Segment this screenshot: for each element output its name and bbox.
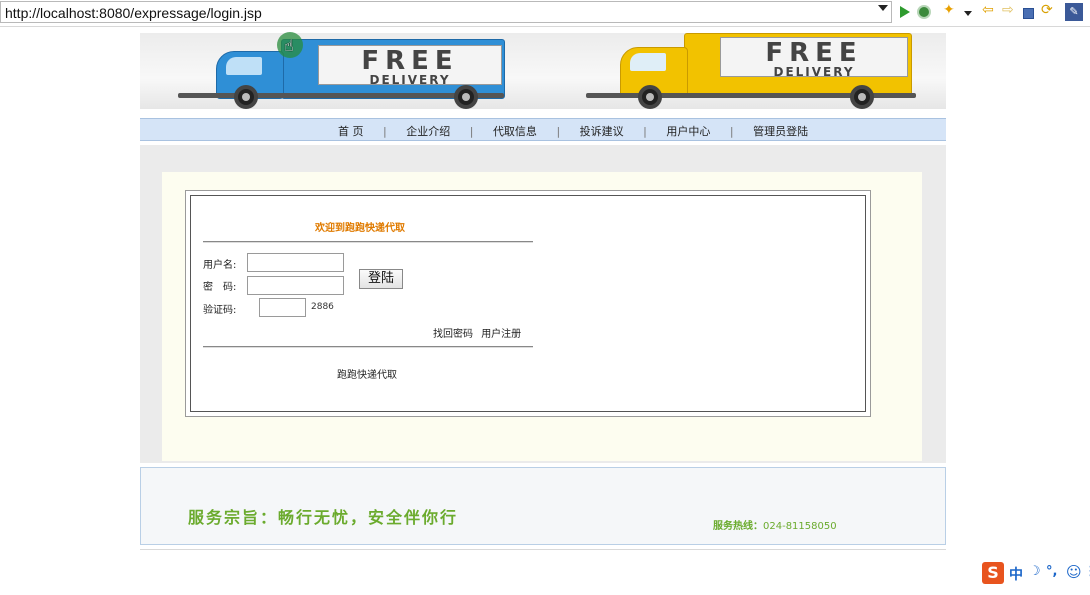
bottom-divider	[140, 549, 946, 550]
refresh-icon[interactable]: ⟳	[1041, 2, 1055, 18]
divider	[203, 346, 533, 348]
debug-icon[interactable]	[919, 7, 929, 17]
captcha-input[interactable]	[259, 298, 306, 317]
nav-list: 首 页 | 企业介绍 | 代取信息 | 投诉建议 | 用户中心 | 管理员登陆	[328, 123, 818, 139]
nav-item-home[interactable]: 首 页	[328, 123, 374, 139]
hotline-label: 服务热线：	[713, 521, 763, 532]
forward-arrow-icon[interactable]: ⇨	[1002, 2, 1016, 18]
divider	[203, 241, 533, 243]
account-links: 找回密码 用户注册	[433, 325, 521, 340]
login-box-outer: 欢迎到跑跑快递代取 用户名: 密 码: 验证码: 2886 登陆 找回密码 用户…	[185, 190, 871, 417]
content-panel: 欢迎到跑跑快递代取 用户名: 密 码: 验证码: 2886 登陆 找回密码 用户…	[162, 172, 922, 461]
external-browser-icon[interactable]: ✎	[1065, 3, 1083, 21]
favorite-star-icon[interactable]: ✦	[943, 3, 957, 17]
nav-separator: |	[729, 125, 734, 138]
password-label: 密 码:	[203, 282, 237, 293]
nav-item-admin-login[interactable]: 管理员登陆	[743, 123, 818, 139]
nav-item-company-intro[interactable]: 企业介绍	[396, 123, 460, 139]
ime-chinese-mode[interactable]: 中	[1009, 564, 1023, 584]
address-text[interactable]: http://localhost:8080/expressage/login.j…	[5, 5, 262, 21]
blue-delivery-truck-image: FREE DELIVERY	[176, 33, 506, 109]
stop-icon[interactable]	[1023, 8, 1034, 19]
nav-separator: |	[556, 125, 561, 138]
emoji-icon[interactable]: ☺	[1066, 563, 1082, 581]
header-banner: FREE DELIVERY FREE DELIVERY	[140, 33, 946, 109]
ime-more-icon[interactable]: ⋮	[1084, 564, 1090, 579]
nav-item-pickup-info[interactable]: 代取信息	[483, 123, 547, 139]
half-width-moon-icon[interactable]: ☽	[1029, 564, 1041, 579]
back-arrow-icon[interactable]: ⇦	[982, 2, 996, 18]
register-link[interactable]: 用户注册	[481, 329, 521, 340]
hotline-number: 024-81158050	[763, 521, 837, 532]
favorite-dropdown-icon[interactable]	[964, 11, 972, 16]
username-label: 用户名:	[203, 260, 237, 271]
main-nav-bar: 首 页 | 企业介绍 | 代取信息 | 投诉建议 | 用户中心 | 管理员登陆	[140, 118, 946, 141]
captcha-code[interactable]: 2886	[311, 302, 334, 312]
site-footer: 服务宗旨：畅行无忧，安全伴你行 服务热线：024-81158050	[140, 467, 946, 545]
yellow-delivery-truck-image: FREE DELIVERY	[586, 33, 916, 109]
nav-item-complaints[interactable]: 投诉建议	[570, 123, 634, 139]
run-icon[interactable]	[900, 6, 910, 18]
service-motto: 服务宗旨：畅行无忧，安全伴你行	[188, 508, 459, 527]
login-box: 欢迎到跑跑快递代取 用户名: 密 码: 验证码: 2886 登陆 找回密码 用户…	[190, 195, 866, 412]
address-dropdown-icon[interactable]	[878, 5, 888, 11]
nav-separator: |	[643, 125, 647, 138]
truck-sign: FREE DELIVERY	[318, 45, 502, 86]
login-box-footer: 跑跑快递代取	[337, 370, 397, 381]
punctuation-icon[interactable]: °,	[1046, 564, 1057, 579]
welcome-title: 欢迎到跑跑快递代取	[315, 223, 405, 234]
browser-toolbar: http://localhost:8080/expressage/login.j…	[0, 0, 1090, 27]
hand-cursor-icon: ☝	[284, 36, 294, 55]
sogou-ime-logo-icon[interactable]: S	[982, 562, 1004, 584]
truck-sign: FREE DELIVERY	[720, 37, 908, 78]
login-button[interactable]: 登陆	[359, 269, 403, 289]
username-input[interactable]	[247, 253, 344, 272]
nav-separator: |	[383, 125, 387, 138]
address-bar[interactable]: http://localhost:8080/expressage/login.j…	[0, 1, 892, 23]
ime-toolbar: S 中 ☽ °, ☺ ⋮	[982, 562, 1090, 584]
recover-password-link[interactable]: 找回密码	[433, 329, 473, 340]
nav-separator: |	[469, 125, 474, 138]
nav-item-user-center[interactable]: 用户中心	[656, 123, 720, 139]
password-input[interactable]	[247, 276, 344, 295]
captcha-label: 验证码:	[203, 305, 237, 316]
service-hotline: 服务热线：024-81158050	[713, 517, 837, 532]
content-area: 欢迎到跑跑快递代取 用户名: 密 码: 验证码: 2886 登陆 找回密码 用户…	[140, 145, 946, 463]
